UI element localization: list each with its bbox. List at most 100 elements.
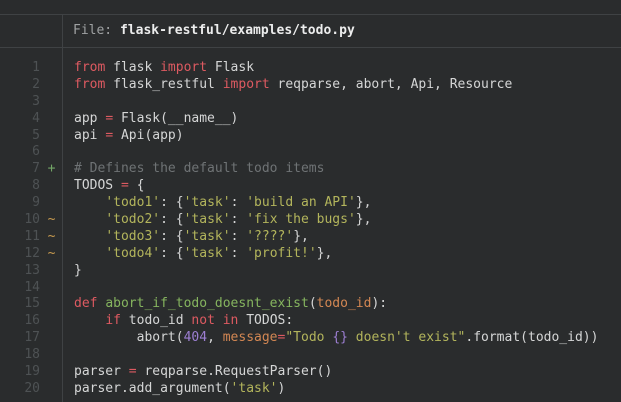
line-number: 17 xyxy=(0,330,40,347)
diff-marker-empty xyxy=(40,364,63,381)
code-segment-keyword: in xyxy=(223,313,239,328)
line-number: 10 xyxy=(0,212,40,229)
code-segment-number: 404 xyxy=(184,330,207,345)
diff-marker-empty xyxy=(40,263,63,280)
code-segment-string: doesn't exist" xyxy=(348,330,465,345)
code-segment-string: 'todo1' xyxy=(105,195,160,210)
diff-marker-empty xyxy=(40,111,63,128)
line-number: 5 xyxy=(0,128,40,145)
code-segment-plain: }, xyxy=(317,246,333,261)
code-segment-plain: ) xyxy=(278,381,286,396)
code-segment-plain: }, xyxy=(293,229,309,244)
line-number: 8 xyxy=(0,178,40,195)
code-segment-string: 'profit!' xyxy=(246,246,316,261)
diff-marker-empty xyxy=(40,195,63,212)
code-segment-plain: TODOS: xyxy=(238,313,293,328)
code-segment-plain xyxy=(215,313,223,328)
code-line: 14 xyxy=(0,280,621,297)
code-segment-plain: : { xyxy=(160,229,183,244)
code-text xyxy=(63,144,74,161)
code-segment-plain: : { xyxy=(160,195,183,210)
code-segment-plain: ): xyxy=(371,296,387,311)
diff-marker-empty xyxy=(40,381,63,398)
code-segment-plain: api xyxy=(74,128,105,143)
diff-marker-modified: ~ xyxy=(40,212,63,229)
code-line: 15def abort_if_todo_doesnt_exist(todo_id… xyxy=(0,296,621,313)
code-segment-plain: flask xyxy=(105,60,160,75)
code-line: 17 abort(404, message="Todo {} doesn't e… xyxy=(0,330,621,347)
line-number: 2 xyxy=(0,77,40,94)
code-segment-string: 'fix the bugs' xyxy=(246,212,356,227)
code-segment-keyword: import xyxy=(223,77,270,92)
line-number: 16 xyxy=(0,313,40,330)
code-segment-plain xyxy=(74,229,105,244)
line-number: 14 xyxy=(0,280,40,297)
line-number: 12 xyxy=(0,246,40,263)
diff-marker-empty xyxy=(40,60,63,77)
code-text: 'todo3': {'task': '????'}, xyxy=(63,229,309,246)
code-segment-plain: } xyxy=(74,263,82,278)
code-segment-string: 'task' xyxy=(184,212,231,227)
code-segment-string: 'task' xyxy=(184,195,231,210)
code-text: } xyxy=(63,263,82,280)
diff-marker-modified: ~ xyxy=(40,229,63,246)
code-text: # Defines the default todo items xyxy=(63,161,324,178)
code-line: 6 xyxy=(0,144,621,161)
code-segment-keyword: = xyxy=(129,364,137,379)
code-segment-plain: .format(todo_id)) xyxy=(465,330,598,345)
code-segment-plain: : { xyxy=(160,212,183,227)
code-line: 10~ 'todo2': {'task': 'fix the bugs'}, xyxy=(0,212,621,229)
code-text: app = Flask(__name__) xyxy=(63,111,238,128)
code-segment-plain: }, xyxy=(356,212,372,227)
line-number: 13 xyxy=(0,263,40,280)
line-number: 7 xyxy=(0,161,40,178)
diff-marker-empty xyxy=(40,178,63,195)
code-segment-plain: parser xyxy=(74,364,129,379)
code-text: abort(404, message="Todo {} doesn't exis… xyxy=(63,330,598,347)
line-number: 15 xyxy=(0,296,40,313)
code-line: 19parser = reqparse.RequestParser() xyxy=(0,364,621,381)
diff-marker-empty xyxy=(40,128,63,145)
code-segment-plain: reqparse, abort, Api, Resource xyxy=(270,77,513,92)
code-line: 16 if todo_id not in TODOS: xyxy=(0,313,621,330)
code-segment-plain: }, xyxy=(356,195,372,210)
code-segment-number: {} xyxy=(332,330,348,345)
line-number: 11 xyxy=(0,229,40,246)
line-number: 4 xyxy=(0,111,40,128)
code-segment-keyword: from xyxy=(74,60,105,75)
diff-marker-empty xyxy=(40,347,63,364)
code-segment-parameter: todo_id xyxy=(317,296,372,311)
line-number: 20 xyxy=(0,381,40,398)
code-line: 20 parser.add_argument('task') xyxy=(0,381,621,398)
code-viewer: File: flask-restful/examples/todo.py 1fr… xyxy=(0,0,621,402)
code-segment-plain: , xyxy=(207,330,223,345)
code-line: 3 xyxy=(0,94,621,111)
diff-marker-added: + xyxy=(40,161,63,178)
code-segment-string: 'task' xyxy=(231,381,278,396)
line-number: 1 xyxy=(0,60,40,77)
code-segment-plain: abort( xyxy=(74,330,184,345)
code-text: 'todo2': {'task': 'fix the bugs'}, xyxy=(63,212,371,229)
code-segment-plain: ( xyxy=(309,296,317,311)
code-lines: 1 from flask import Flask 2 from flask_rest… xyxy=(0,48,621,402)
code-segment-parameter: message xyxy=(223,330,278,345)
code-segment-string: 'task' xyxy=(184,229,231,244)
code-segment-keyword: from xyxy=(74,77,105,92)
code-text xyxy=(63,94,74,111)
code-text: from flask import Flask xyxy=(63,60,254,77)
code-line: 12~ 'todo4': {'task': 'profit!'}, xyxy=(0,246,621,263)
code-text xyxy=(63,280,74,297)
code-segment-plain: app xyxy=(74,111,105,126)
code-segment-keyword: if xyxy=(105,313,121,328)
code-segment-string: 'task' xyxy=(184,246,231,261)
code-line: 18 xyxy=(0,347,621,364)
code-segment-plain: flask_restful xyxy=(105,77,222,92)
code-text: api = Api(app) xyxy=(63,128,184,145)
diff-marker-empty xyxy=(40,330,63,347)
code-text: parser.add_argument('task') xyxy=(63,381,285,398)
code-segment-plain xyxy=(74,246,105,261)
line-number: 6 xyxy=(0,144,40,161)
diff-marker-empty xyxy=(40,313,63,330)
diff-marker-empty xyxy=(40,77,63,94)
code-segment-keyword: import xyxy=(160,60,207,75)
